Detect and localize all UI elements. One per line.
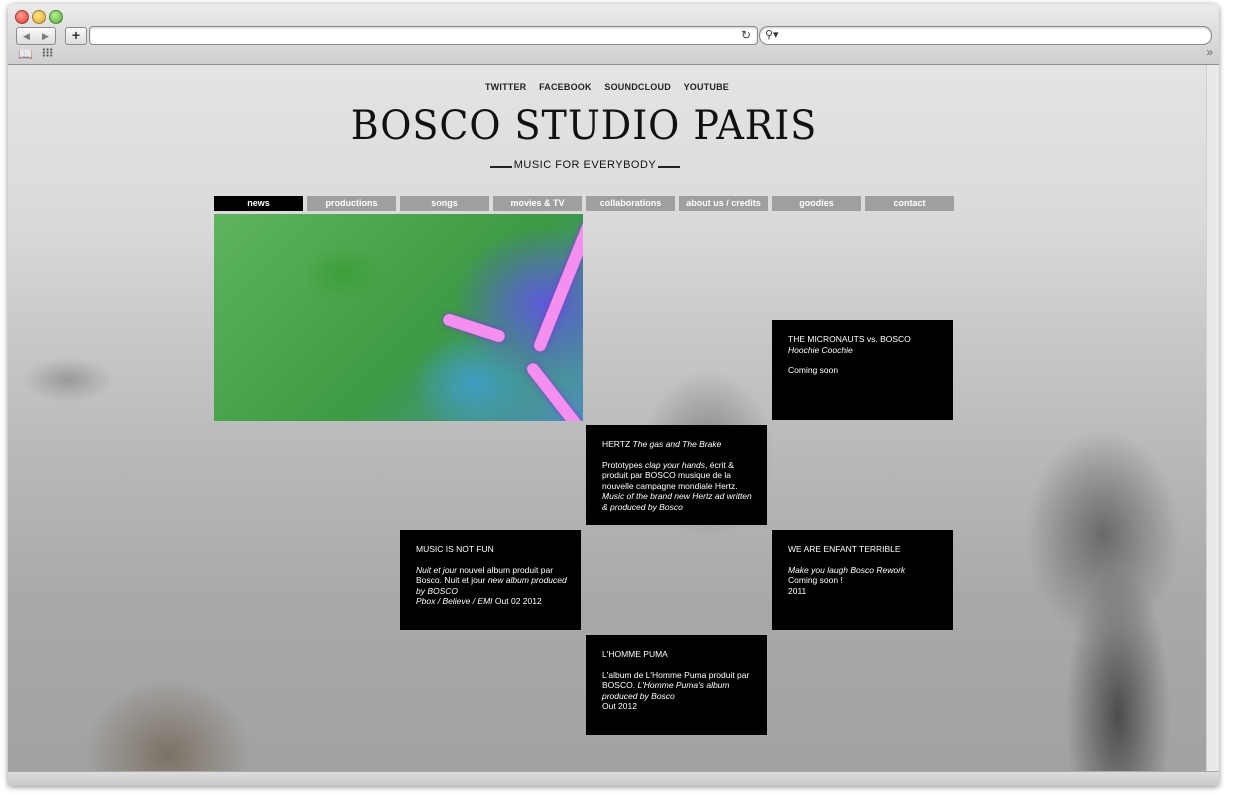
social-links: TWITTER FACEBOOK SOUNDCLOUD YOUTUBE bbox=[8, 82, 1206, 92]
site-logo[interactable]: BOSCO STUDIO PARIS bbox=[37, 103, 1131, 149]
menu-item-goodies[interactable]: goodies bbox=[772, 196, 861, 211]
card-title: THE MICRONAUTS vs. BOSCO bbox=[788, 334, 911, 344]
card-text: Prototypes clap your hands, écrit & prod… bbox=[602, 459, 752, 512]
more-bookmarks-icon[interactable]: » bbox=[1206, 45, 1213, 59]
news-card-hertz[interactable]: HERTZ The gas and The Brake Prototypes c… bbox=[586, 425, 767, 525]
search-icon: ⚲▾ bbox=[765, 29, 779, 41]
browser-window: ◀ ▶ + ↻ ⚲▾ 📖 » TWITTER FACEBOOK SOUNDCLO… bbox=[8, 4, 1219, 786]
card-title: MUSIC IS NOT FUN bbox=[416, 544, 494, 554]
card-title: L'HOMME PUMA bbox=[602, 649, 668, 659]
top-sites-grid-icon[interactable] bbox=[42, 48, 53, 57]
forward-button[interactable]: ▶ bbox=[36, 27, 56, 45]
back-arrow-icon: ◀ bbox=[23, 31, 30, 41]
browser-toolbar: ◀ ▶ + ↻ ⚲▾ 📖 » bbox=[8, 4, 1219, 65]
close-window-button[interactable] bbox=[15, 10, 29, 24]
card-title: WE ARE ENFANT TERRIBLE bbox=[788, 544, 901, 554]
card-text: Nuit et jour nouvel album produit par Bo… bbox=[416, 564, 567, 607]
card-title: HERTZ The gas and The Brake bbox=[602, 439, 722, 449]
menu-item-news[interactable]: news bbox=[214, 196, 303, 211]
forward-arrow-icon: ▶ bbox=[42, 31, 49, 41]
bookmarks-book-icon[interactable]: 📖 bbox=[18, 47, 33, 61]
card-text: Make you laugh Bosco Rework Coming soon !… bbox=[788, 564, 906, 596]
menu-item-contact[interactable]: contact bbox=[865, 196, 954, 211]
zoom-window-button[interactable] bbox=[49, 10, 63, 24]
minimize-window-button[interactable] bbox=[32, 10, 46, 24]
menu-item-songs[interactable]: songs bbox=[400, 196, 489, 211]
page-viewport: TWITTER FACEBOOK SOUNDCLOUD YOUTUBE BOSC… bbox=[8, 65, 1206, 771]
status-bar bbox=[8, 771, 1219, 786]
news-card-micronauts[interactable]: THE MICRONAUTS vs. BOSCO Hoochie Coochie… bbox=[772, 320, 953, 420]
light-streak bbox=[532, 218, 583, 354]
search-field[interactable]: ⚲▾ bbox=[759, 26, 1212, 45]
news-card-enfant-terrible[interactable]: WE ARE ENFANT TERRIBLE Make you laugh Bo… bbox=[772, 530, 953, 630]
light-streak bbox=[524, 360, 583, 421]
social-link-soundcloud[interactable]: SOUNDCLOUD bbox=[604, 82, 671, 92]
back-button[interactable]: ◀ bbox=[16, 27, 37, 45]
menu-item-movies-tv[interactable]: movies & TV bbox=[493, 196, 582, 211]
site-tagline: MUSIC FOR EVERYBODY bbox=[513, 159, 657, 171]
social-link-facebook[interactable]: FACEBOOK bbox=[539, 82, 592, 92]
featured-image[interactable] bbox=[214, 214, 583, 421]
card-status: Coming soon bbox=[788, 365, 839, 376]
card-text: L'album de L'Homme Puma produit par BOSC… bbox=[602, 669, 750, 712]
add-bookmark-button[interactable]: + bbox=[65, 27, 87, 45]
news-card-music-is-not-fun[interactable]: MUSIC IS NOT FUN Nuit et jour nouvel alb… bbox=[400, 530, 581, 630]
social-link-twitter[interactable]: TWITTER bbox=[485, 82, 526, 92]
vertical-scrollbar[interactable] bbox=[1206, 65, 1219, 771]
menu-item-collaborations[interactable]: collaborations bbox=[586, 196, 675, 211]
tagline-rule-right bbox=[658, 166, 680, 168]
social-link-youtube[interactable]: YOUTUBE bbox=[684, 82, 729, 92]
card-subtitle: Hoochie Coochie bbox=[788, 344, 853, 355]
menu-item-about-credits[interactable]: about us / credits bbox=[679, 196, 768, 211]
menu-item-productions[interactable]: productions bbox=[307, 196, 396, 211]
address-bar[interactable]: ↻ bbox=[89, 26, 758, 45]
light-streak bbox=[441, 312, 507, 344]
reload-icon[interactable]: ↻ bbox=[741, 27, 751, 44]
news-card-homme-puma[interactable]: L'HOMME PUMA L'album de L'Homme Puma pro… bbox=[586, 635, 767, 735]
plus-icon: + bbox=[71, 27, 81, 43]
